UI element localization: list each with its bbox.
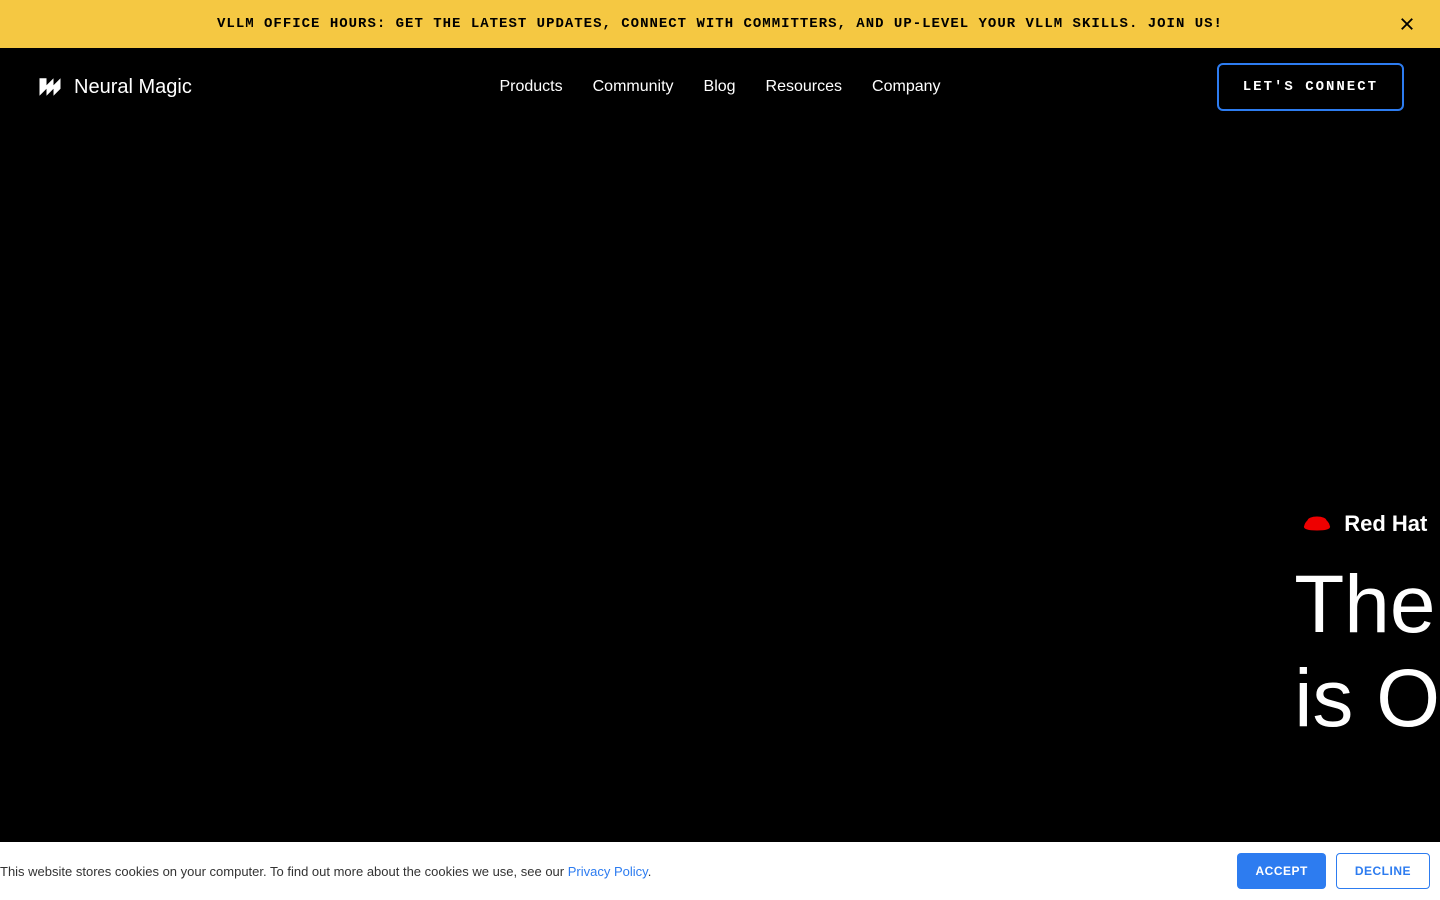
cookie-text-before: This website stores cookies on your comp…: [0, 864, 568, 879]
cookie-accept-button[interactable]: ACCEPT: [1237, 853, 1325, 889]
logo-link[interactable]: Neural Magic: [36, 73, 192, 101]
announcement-close-button[interactable]: [1394, 11, 1420, 37]
hero-section: Red Hat The is O: [1294, 510, 1440, 747]
announcement-bar: VLLM OFFICE HOURS: GET THE LATEST UPDATE…: [0, 0, 1440, 48]
cookie-buttons: ACCEPT DECLINE: [1237, 853, 1440, 889]
hero-title: The is O: [1294, 558, 1440, 747]
nav-resources[interactable]: Resources: [766, 78, 842, 96]
nav-company[interactable]: Company: [872, 78, 940, 96]
hero-title-line1: The: [1294, 559, 1435, 650]
cookie-decline-button[interactable]: DECLINE: [1336, 853, 1430, 889]
neural-magic-logo-icon: [36, 73, 64, 101]
hero-title-line2: is O: [1294, 653, 1440, 744]
announcement-text[interactable]: VLLM OFFICE HOURS: GET THE LATEST UPDATE…: [217, 16, 1223, 32]
nav-blog[interactable]: Blog: [704, 78, 736, 96]
nav-products[interactable]: Products: [499, 78, 562, 96]
nav-community[interactable]: Community: [593, 78, 674, 96]
cookie-text-after: .: [648, 864, 652, 879]
cookie-text: This website stores cookies on your comp…: [0, 864, 651, 879]
redhat-icon: [1298, 510, 1336, 538]
redhat-logo: Red Hat: [1298, 510, 1440, 538]
logo-text: Neural Magic: [74, 76, 192, 99]
main-header: Neural Magic Products Community Blog Res…: [0, 48, 1440, 126]
redhat-label: Red Hat: [1344, 511, 1427, 537]
cookie-banner: This website stores cookies on your comp…: [0, 842, 1440, 900]
main-nav: Products Community Blog Resources Compan…: [499, 78, 940, 96]
lets-connect-button[interactable]: LET'S CONNECT: [1217, 63, 1404, 111]
privacy-policy-link[interactable]: Privacy Policy: [568, 864, 648, 879]
close-icon: [1398, 15, 1416, 33]
